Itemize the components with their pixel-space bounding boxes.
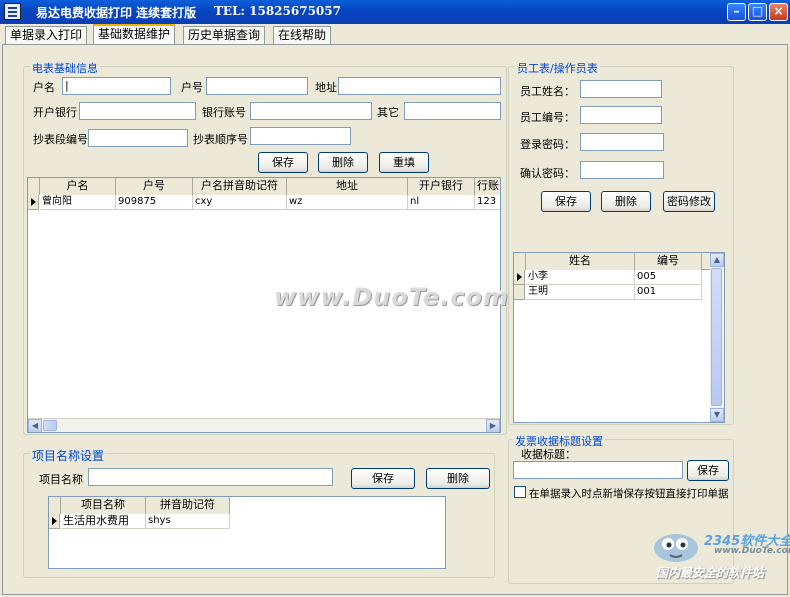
other-input[interactable]	[404, 102, 501, 120]
table-row[interactable]: 小李 005	[514, 270, 712, 285]
bank-account-input[interactable]	[250, 102, 372, 120]
col-account-no[interactable]: 户号	[116, 178, 193, 195]
staff-password-label: 登录密码：	[520, 138, 575, 151]
row-indicator-icon	[514, 270, 525, 285]
staff-name-input[interactable]	[580, 80, 662, 98]
minimize-icon: –	[733, 4, 740, 18]
staff-password-input[interactable]	[580, 133, 664, 151]
col-project-name[interactable]: 项目名称	[61, 497, 146, 514]
scroll-up-icon[interactable]: ▲	[710, 253, 724, 267]
meter-table-hscroll[interactable]: ◀ ▶	[28, 418, 500, 432]
staff-table-header: 姓名 编号	[514, 253, 712, 270]
tab-panel: 电表基础信息 户名 | 户号 地址 开户银行 银行账号 其它 抄表段编号 抄表顺…	[2, 44, 788, 595]
close-icon: ×	[773, 4, 784, 18]
window-title: 易达电费收据打印 连续套打版	[36, 6, 197, 20]
bank-account-label: 银行账号	[202, 106, 246, 119]
receipt-save-button[interactable]: 保存	[687, 460, 729, 481]
sequence-no-input[interactable]	[250, 127, 351, 145]
staff-confirm-input[interactable]	[580, 161, 664, 179]
segment-no-label: 抄表段编号	[33, 133, 88, 146]
meter-refill-button[interactable]: 重填	[379, 152, 429, 173]
other-label: 其它	[377, 106, 399, 119]
window-phone: TEL: 15825675057	[214, 4, 341, 18]
col-bank[interactable]: 开户银行	[408, 178, 475, 195]
tab-basic-data[interactable]: 基础数据维护	[93, 24, 176, 45]
segment-no-input[interactable]	[88, 129, 188, 147]
tab-entry-print[interactable]: 单据录入打印	[5, 26, 88, 45]
col-staff-name[interactable]: 姓名	[526, 253, 635, 270]
receipt-title-input[interactable]	[513, 461, 683, 479]
staff-id-input[interactable]	[580, 106, 662, 124]
app-icon[interactable]	[4, 3, 21, 20]
scroll-thumb[interactable]	[711, 268, 722, 406]
project-delete-button[interactable]: 删除	[426, 468, 490, 489]
col-address[interactable]: 地址	[287, 178, 408, 195]
col-project-pinyin[interactable]: 拼音助记符	[146, 497, 230, 514]
scroll-thumb[interactable]	[43, 420, 57, 431]
table-row[interactable]: 生活用水费用 shys	[49, 514, 230, 529]
bank-label: 开户银行	[33, 106, 77, 119]
staff-save-button[interactable]: 保存	[541, 191, 591, 212]
address-label: 地址	[315, 81, 337, 94]
scroll-down-icon[interactable]: ▼	[710, 408, 724, 422]
watermark-slogan: 国内最安全的软件站	[656, 566, 765, 580]
address-input[interactable]	[338, 77, 501, 95]
watermark-badge: 2345软件大全 www.DuoTe.com 国内最安全的软件站	[650, 522, 790, 582]
staff-table[interactable]: 姓名 编号 小李 005 王明 001 ▲ ▼	[513, 252, 725, 423]
staff-confirm-label: 确认密码：	[520, 167, 575, 180]
meter-delete-button[interactable]: 删除	[318, 152, 368, 173]
close-button[interactable]: ×	[769, 3, 788, 21]
app-window: 易达电费收据打印 连续套打版 TEL: 15825675057 – □ × 单据…	[0, 0, 790, 597]
meter-info-title: 电表基础信息	[30, 60, 100, 76]
row-indicator-icon	[28, 195, 39, 210]
sequence-no-label: 抄表顺序号	[193, 133, 248, 146]
meter-save-button[interactable]: 保存	[258, 152, 308, 173]
bank-input[interactable]	[79, 102, 196, 120]
tab-help[interactable]: 在线帮助	[273, 26, 332, 45]
name-input[interactable]: |	[62, 77, 171, 95]
watermark-brand-url: www.DuoTe.com	[714, 546, 790, 556]
direct-print-checkbox[interactable]	[514, 486, 526, 498]
meter-table-header: 户名 户号 户名拼音助记符 地址 开户银行 行账	[28, 178, 500, 195]
staff-title: 员工表/操作员表	[515, 60, 600, 76]
col-bank-account[interactable]: 行账	[475, 178, 500, 195]
project-table[interactable]: 项目名称 拼音助记符 生活用水费用 shys	[48, 496, 446, 569]
row-indicator-icon	[49, 514, 60, 529]
account-no-label: 户号	[181, 81, 203, 94]
mascot-icon	[654, 534, 698, 562]
table-row[interactable]: 曾向阳 909875 cxy wz nl 123	[28, 195, 500, 210]
watermark-text: www.DuoTe.com	[274, 283, 509, 311]
tab-history[interactable]: 历史单据查询	[183, 26, 266, 45]
col-pinyin[interactable]: 户名拼音助记符	[193, 178, 287, 195]
account-no-input[interactable]	[206, 77, 308, 95]
receipt-title-label: 收据标题：	[521, 448, 576, 461]
project-name-label: 项目名称	[39, 473, 83, 486]
scroll-left-icon[interactable]: ◀	[28, 419, 42, 432]
table-row[interactable]: 王明 001	[514, 285, 712, 300]
direct-print-label: 在单据录入时点新增保存按钮直接打印单据	[529, 488, 729, 500]
change-password-button[interactable]: 密码修改	[663, 191, 715, 212]
staff-delete-button[interactable]: 删除	[601, 191, 651, 212]
project-table-header: 项目名称 拼音助记符	[49, 497, 230, 514]
scroll-right-icon[interactable]: ▶	[486, 419, 500, 432]
title-bar[interactable]: 易达电费收据打印 连续套打版 TEL: 15825675057 – □ ×	[0, 0, 790, 24]
project-name-input[interactable]	[88, 468, 333, 486]
project-title: 项目名称设置	[30, 447, 107, 464]
col-staff-id[interactable]: 编号	[635, 253, 702, 270]
staff-id-label: 员工编号：	[520, 111, 575, 124]
project-save-button[interactable]: 保存	[351, 468, 415, 489]
col-name[interactable]: 户名	[40, 178, 116, 195]
name-label: 户名	[33, 81, 55, 94]
minimize-button[interactable]: –	[727, 3, 746, 21]
maximize-icon: □	[751, 4, 764, 18]
maximize-button[interactable]: □	[748, 3, 767, 21]
staff-table-vscroll[interactable]: ▲ ▼	[710, 253, 724, 422]
staff-name-label: 员工姓名：	[520, 85, 575, 98]
